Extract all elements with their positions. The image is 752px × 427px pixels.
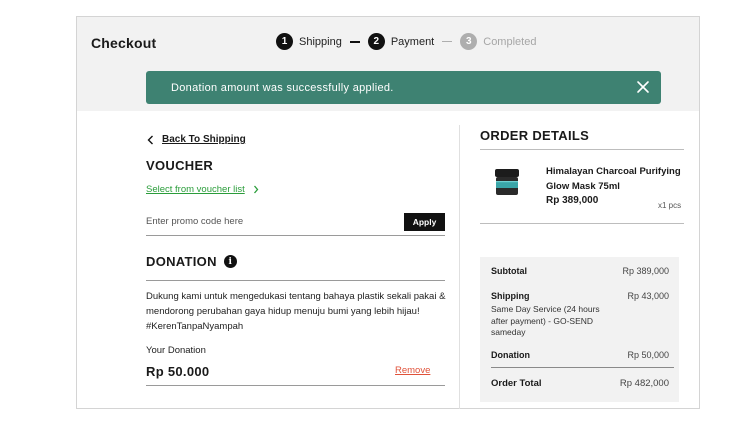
step-completed: 3 Completed xyxy=(460,33,536,50)
subtotal-value: Rp 389,000 xyxy=(622,266,669,276)
step-shipping[interactable]: 1 Shipping xyxy=(276,33,342,50)
step-separator xyxy=(349,40,360,43)
step-number: 1 xyxy=(276,33,293,50)
step-number: 3 xyxy=(460,33,478,50)
shipping-description: Same Day Service (24 hours after payment… xyxy=(491,304,600,337)
divider xyxy=(480,149,684,150)
divider xyxy=(146,280,445,281)
donation-title: DONATION xyxy=(146,254,217,269)
order-summary: Subtotal Rp 389,000 Shipping Rp 43,000 S… xyxy=(480,257,679,402)
donation-amount: Rp 50.000 xyxy=(146,364,210,379)
order-details-title: ORDER DETAILS xyxy=(480,128,590,143)
your-donation-label: Your Donation xyxy=(146,345,206,356)
page-title: Checkout xyxy=(91,35,157,51)
voucher-title: VOUCHER xyxy=(146,158,214,173)
donation-value: Rp 50,000 xyxy=(627,350,669,360)
step-label: Shipping xyxy=(299,35,342,48)
product-jar-image xyxy=(495,169,519,195)
donation-header: DONATION i xyxy=(146,254,237,269)
chevron-right-icon xyxy=(253,185,259,194)
divider xyxy=(146,385,445,386)
step-separator xyxy=(442,41,453,42)
shipping-label: Shipping xyxy=(491,291,530,301)
step-payment[interactable]: 2 Payment xyxy=(367,33,435,50)
back-to-shipping-link[interactable]: Back To Shipping xyxy=(147,134,246,145)
checkout-stepper: 1 Shipping 2 Payment 3 Completed xyxy=(276,33,536,50)
subtotal-label: Subtotal xyxy=(491,266,527,276)
success-alert: Donation amount was successfully applied… xyxy=(146,71,661,104)
column-divider xyxy=(459,125,460,409)
remove-donation-link[interactable]: Remove xyxy=(395,365,430,376)
select-voucher-link[interactable]: Select from voucher list xyxy=(146,184,259,195)
step-number: 2 xyxy=(367,33,385,50)
close-icon[interactable] xyxy=(636,80,650,94)
order-total-value: Rp 482,000 xyxy=(619,378,669,389)
promo-code-field: Apply xyxy=(146,213,445,236)
product-quantity: x1 pcs xyxy=(658,201,682,210)
chevron-left-icon xyxy=(147,135,153,144)
divider xyxy=(491,367,674,368)
select-voucher-label: Select from voucher list xyxy=(146,184,245,195)
product-name: Himalayan Charcoal Purifying Glow Mask 7… xyxy=(546,166,681,192)
order-total-label: Order Total xyxy=(491,378,542,389)
back-label: Back To Shipping xyxy=(162,134,246,145)
step-label: Completed xyxy=(483,35,537,48)
checkout-panel: Checkout 1 Shipping 2 Payment 3 Complete… xyxy=(76,16,700,409)
donation-description: Dukung kami untuk mengedukasi tentang ba… xyxy=(146,291,446,332)
shipping-row: Shipping Rp 43,000 Same Day Service (24 … xyxy=(491,291,669,337)
product-price: Rp 389,000 xyxy=(546,195,599,206)
alert-message: Donation amount was successfully applied… xyxy=(171,82,394,94)
promo-code-input[interactable] xyxy=(146,216,396,227)
apply-button[interactable]: Apply xyxy=(404,213,445,231)
donation-label: Donation xyxy=(491,350,530,360)
checkout-header: Checkout 1 Shipping 2 Payment 3 Complete… xyxy=(77,17,699,111)
step-label: Payment xyxy=(390,35,435,48)
divider xyxy=(480,223,684,224)
shipping-value: Rp 43,000 xyxy=(627,291,669,301)
info-icon[interactable]: i xyxy=(223,255,237,268)
